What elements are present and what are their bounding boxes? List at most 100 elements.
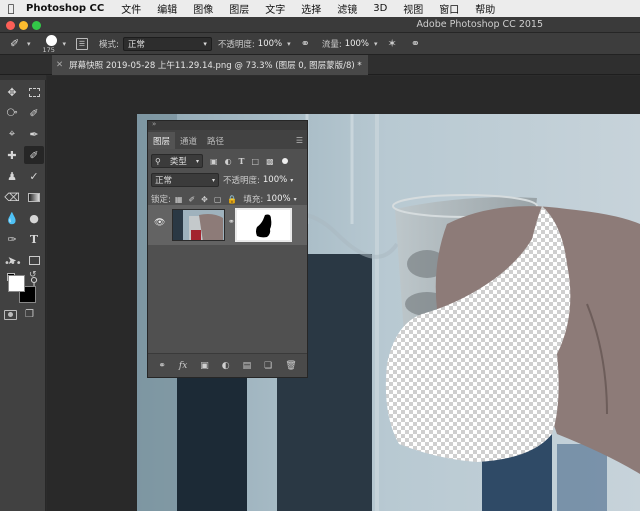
airbrush-icon[interactable]: ✶ [388, 37, 397, 50]
filter-adjustment-layers-icon[interactable]: ◐ [225, 157, 232, 166]
apple-menu-icon[interactable]:  [0, 2, 22, 15]
rectangle-tool-icon[interactable] [24, 251, 44, 269]
chevron-down-icon: ▾ [203, 39, 207, 48]
opacity-chevron-icon[interactable]: ▾ [287, 40, 291, 48]
flow-value[interactable]: 100% [345, 39, 369, 49]
foreground-color-swatch[interactable] [8, 275, 25, 292]
layer-opacity-chevron-icon[interactable]: ▾ [290, 177, 293, 184]
eyedropper-tool-icon[interactable]: ✒ [24, 125, 44, 143]
lock-position-icon[interactable]: ✥ [201, 195, 208, 204]
history-brush-tool-icon[interactable]: ✓ [24, 167, 44, 185]
filter-type-select[interactable]: ⚲ 类型 ▾ [151, 154, 203, 168]
mask-link-icon[interactable]: ⚭ [228, 217, 235, 226]
lock-artboard-icon[interactable]: ▢ [214, 195, 222, 204]
filter-type-value: 类型 [169, 157, 187, 167]
filter-toggle-icon[interactable] [281, 158, 288, 164]
menu-select[interactable]: 选择 [293, 1, 329, 16]
filter-pixel-layers-icon[interactable]: ▣ [210, 157, 218, 166]
brush-tool-icon[interactable]: ✐ [24, 146, 44, 164]
tool-preset-chevron-icon[interactable]: ▾ [27, 40, 31, 48]
delete-layer-icon[interactable]: 🗑 [285, 361, 296, 371]
visibility-eye-icon[interactable]: 👁 [154, 218, 165, 228]
lock-transparent-pixels-icon[interactable]: ▦ [175, 195, 183, 204]
brush-tip-icon [45, 34, 57, 46]
pen-tool-icon[interactable]: ✑ [2, 230, 22, 248]
flow-chevron-icon[interactable]: ▾ [374, 40, 378, 48]
lock-image-pixels-icon[interactable]: ✐ [188, 195, 195, 204]
gradient-tool-icon[interactable] [24, 188, 44, 206]
crop-tool-icon[interactable]: ⌖ [2, 125, 22, 143]
pressure-size-icon[interactable]: ⚭ [411, 37, 420, 50]
new-layer-icon[interactable]: ❏ [264, 361, 272, 371]
menu-help[interactable]: 帮助 [467, 1, 503, 16]
close-window-button[interactable] [6, 21, 15, 30]
tab-channels[interactable]: 通道 [175, 132, 202, 149]
fill-value[interactable]: 100% [266, 194, 290, 204]
layer-opacity-value[interactable]: 100% [263, 175, 287, 185]
opacity-label: 不透明度: [217, 39, 255, 50]
dodge-tool-icon[interactable]: ● [24, 209, 44, 227]
tools-panel: ✥ ⧂ ✐ ⌖ ✒ ✚ ✐ ♟ ✓ ⌫ 💧 ● ✑ T ➤ ✋ ⚲ ••• ↺ … [0, 75, 46, 511]
opacity-value[interactable]: 100% [258, 39, 282, 49]
menu-type[interactable]: 文字 [257, 1, 293, 16]
tools-panel-grip[interactable] [0, 75, 46, 80]
panel-header-bar[interactable]: » [148, 120, 307, 130]
options-bar: ✐ ▾ 175 ▾ ☰ 模式: 正常 ▾ 不透明度: 100% ▾ ⚭ 流量: … [0, 33, 640, 55]
menu-filter[interactable]: 滤镜 [329, 1, 365, 16]
brush-tool-preset-icon[interactable]: ✐ [10, 37, 24, 50]
quick-mask-icon[interactable] [4, 310, 17, 320]
tab-paths[interactable]: 路径 [202, 132, 229, 149]
app-menu[interactable]: Photoshop CC [22, 3, 113, 14]
blur-tool-icon[interactable]: 💧 [2, 209, 22, 227]
filter-type-layers-icon[interactable]: T [239, 156, 245, 166]
swap-colors-icon[interactable]: ↺ [29, 270, 37, 280]
eraser-tool-icon[interactable]: ⌫ [2, 188, 22, 206]
layers-panel: » 图层 通道 路径 ☰ ⚲ 类型 ▾ ▣ ◐ T □ ▩ 正常 ▾ 不透明度:… [147, 120, 308, 378]
menu-window[interactable]: 窗口 [431, 1, 467, 16]
layer-thumbnail[interactable] [172, 209, 225, 241]
lock-all-icon[interactable]: 🔒 [227, 195, 237, 204]
mode-select-value: 正常 [127, 39, 145, 50]
new-group-icon[interactable]: ▤ [243, 361, 252, 371]
minimize-window-button[interactable] [19, 21, 28, 30]
mode-label: 模式: [99, 39, 119, 50]
layer-row[interactable]: 👁 ⚭ [148, 205, 307, 245]
move-tool-icon[interactable]: ✥ [2, 83, 22, 101]
lasso-tool-icon[interactable]: ⧂ [2, 104, 22, 122]
healing-brush-tool-icon[interactable]: ✚ [2, 146, 22, 164]
pressure-opacity-icon[interactable]: ⚭ [301, 37, 310, 50]
menu-file[interactable]: 文件 [113, 1, 149, 16]
fill-chevron-icon[interactable]: ▾ [294, 196, 297, 203]
quick-selection-tool-icon[interactable]: ✐ [24, 104, 44, 122]
panel-menu-icon[interactable]: ☰ [296, 136, 303, 145]
menu-image[interactable]: 图像 [185, 1, 221, 16]
menu-edit[interactable]: 编辑 [149, 1, 185, 16]
edit-toolbar-icon[interactable]: ••• [4, 258, 22, 269]
document-tab[interactable]: ✕ 屏幕快照 2019-05-28 上午11.29.14.png @ 73.3%… [52, 55, 368, 75]
brush-panel-toggle-icon[interactable]: ☰ [76, 37, 89, 50]
clone-stamp-tool-icon[interactable]: ♟ [2, 167, 22, 185]
document-tab-title: 屏幕快照 2019-05-28 上午11.29.14.png @ 73.3% (… [69, 61, 362, 71]
blend-mode-select[interactable]: 正常 ▾ [151, 173, 219, 187]
menu-layer[interactable]: 图层 [221, 1, 257, 16]
mode-select[interactable]: 正常 ▾ [122, 36, 212, 51]
add-layer-style-button[interactable]: fx [179, 361, 187, 371]
close-tab-icon[interactable]: ✕ [56, 60, 63, 70]
collapse-panel-icon[interactable]: » [152, 120, 156, 128]
layer-opacity-label: 不透明度: [223, 176, 260, 186]
brush-picker-chevron-icon[interactable]: ▾ [63, 40, 67, 48]
zoom-window-button[interactable] [32, 21, 41, 30]
tab-layers[interactable]: 图层 [148, 132, 176, 149]
brush-size-picker[interactable]: 175 [43, 33, 61, 55]
filter-smart-objects-icon[interactable]: ▩ [266, 157, 274, 166]
menu-view[interactable]: 视图 [395, 1, 431, 16]
layer-mask-thumbnail[interactable] [235, 208, 292, 242]
add-layer-mask-icon[interactable]: ▣ [200, 361, 209, 371]
new-adjustment-layer-icon[interactable]: ◐ [222, 361, 230, 371]
type-tool-icon[interactable]: T [24, 230, 44, 248]
marquee-tool-icon[interactable] [24, 83, 44, 101]
screen-mode-icon[interactable]: ❐ [25, 309, 34, 320]
filter-shape-layers-icon[interactable]: □ [252, 157, 260, 166]
link-layers-icon[interactable]: ⚭ [158, 361, 166, 371]
menu-3d[interactable]: 3D [365, 3, 395, 14]
